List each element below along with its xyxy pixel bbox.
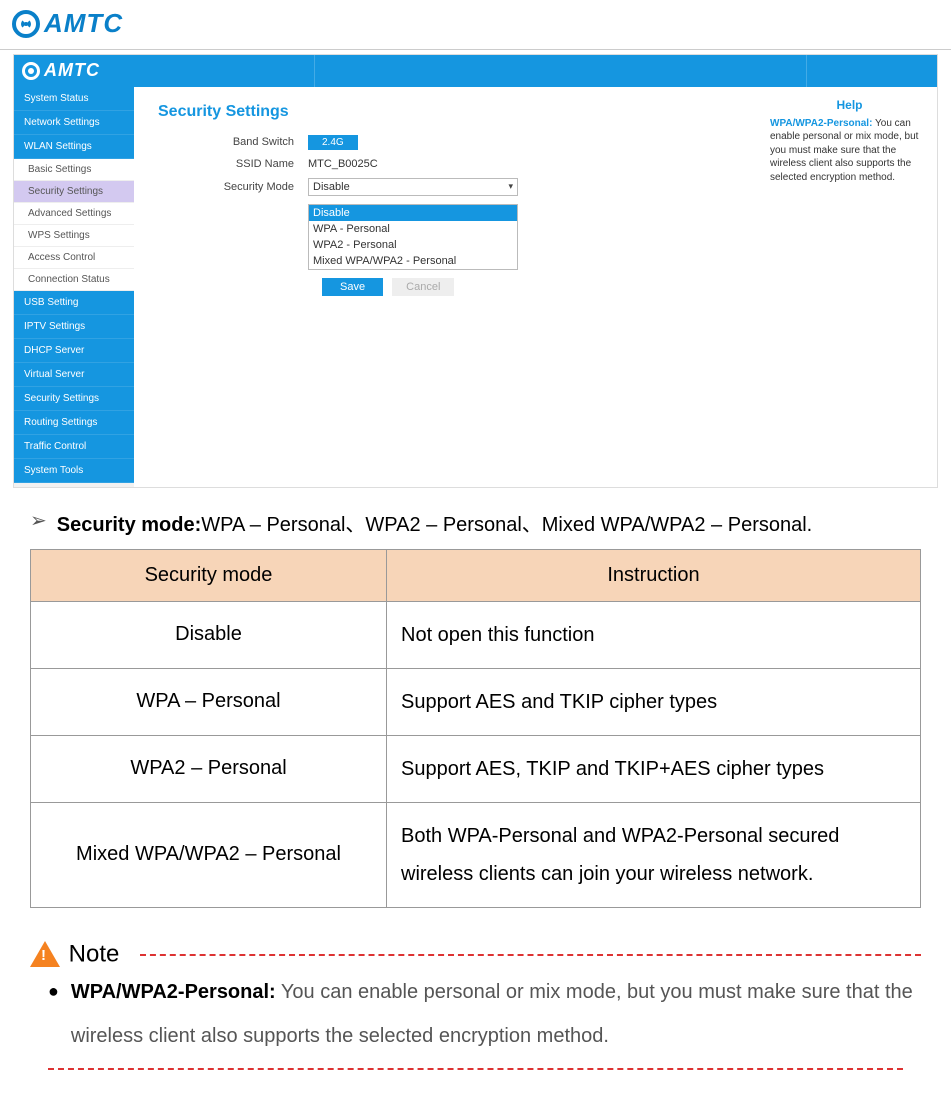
table-cell: Both WPA-Personal and WPA2-Personal secu… xyxy=(387,802,921,907)
security-mode-dropdown[interactable]: Disable WPA - Personal WPA2 - Personal M… xyxy=(308,204,518,270)
table-cell: WPA2 – Personal xyxy=(31,735,387,802)
sidebar-item[interactable]: Routing Settings xyxy=(14,411,134,435)
note-label: Note xyxy=(69,940,120,967)
table-header: Instruction xyxy=(387,549,921,601)
router-header-right xyxy=(807,55,937,87)
sidebar-subitem[interactable]: Connection Status xyxy=(14,269,134,291)
sidebar-item[interactable]: System Tools xyxy=(14,459,134,483)
help-panel: Help WPA/WPA2-Personal: You can enable p… xyxy=(762,87,937,487)
router-header: AMTC xyxy=(14,55,937,87)
help-title: Help xyxy=(770,97,929,113)
dropdown-option[interactable]: WPA - Personal xyxy=(309,221,517,237)
sidebar-subitem[interactable]: Basic Settings xyxy=(14,159,134,181)
amtc-logo-text: AMTC xyxy=(44,8,123,39)
amtc-logo: AMTC xyxy=(12,8,123,39)
router-ui: AMTC System Status Network Settings WLAN… xyxy=(13,54,938,488)
amtc-logo-icon xyxy=(22,62,40,80)
table-cell: WPA – Personal xyxy=(31,668,387,735)
sidebar-item[interactable]: Network Settings xyxy=(14,111,134,135)
band-label: Band Switch xyxy=(158,136,308,148)
dropdown-option[interactable]: Disable xyxy=(309,205,517,221)
dashed-line xyxy=(140,954,921,956)
warning-icon xyxy=(30,941,60,967)
router-header-logo: AMTC xyxy=(14,55,314,87)
sidebar-item[interactable]: DHCP Server xyxy=(14,339,134,363)
sidebar-subitem[interactable]: Advanced Settings xyxy=(14,203,134,225)
band-switch-button[interactable]: 2.4G xyxy=(308,135,358,150)
sidebar-subitem-active[interactable]: Security Settings xyxy=(14,181,134,203)
table-cell: Disable xyxy=(31,601,387,668)
page-header: AMTC xyxy=(0,0,951,50)
sidebar-item[interactable]: WLAN Settings xyxy=(14,135,134,159)
security-mode-table: Security mode Instruction Disable Not op… xyxy=(30,549,921,908)
table-cell: Not open this function xyxy=(387,601,921,668)
sidebar-item[interactable]: USB Setting xyxy=(14,291,134,315)
note-item: ● WPA/WPA2-Personal: You can enable pers… xyxy=(48,970,921,1058)
security-mode-selected: Disable xyxy=(313,181,350,193)
sidebar: System Status Network Settings WLAN Sett… xyxy=(14,87,134,487)
table-row: Disable Not open this function xyxy=(31,601,921,668)
sidebar-item[interactable]: Traffic Control xyxy=(14,435,134,459)
table-cell: Support AES, TKIP and TKIP+AES cipher ty… xyxy=(387,735,921,802)
heading-rest: WPA – Personal、WPA2 – Personal、Mixed WPA… xyxy=(201,514,812,536)
table-row: WPA – Personal Support AES and TKIP ciph… xyxy=(31,668,921,735)
cancel-button[interactable]: Cancel xyxy=(392,278,454,296)
router-header-spacer xyxy=(314,55,807,87)
amtc-logo-icon xyxy=(12,10,40,38)
sidebar-item[interactable]: IPTV Settings xyxy=(14,315,134,339)
router-main: Security Settings Band Switch 2.4G SSID … xyxy=(134,87,762,487)
table-row: WPA2 – Personal Support AES, TKIP and TK… xyxy=(31,735,921,802)
table-cell: Mixed WPA/WPA2 – Personal xyxy=(31,802,387,907)
dashed-line xyxy=(48,1068,903,1070)
bullet-icon: ● xyxy=(48,970,59,1058)
arrow-icon: ➢ xyxy=(30,508,47,533)
ssid-value: MTC_B0025C xyxy=(308,158,378,170)
security-mode-select[interactable]: Disable xyxy=(308,178,518,196)
note-strong: WPA/WPA2-Personal: xyxy=(71,981,276,1003)
table-row: Mixed WPA/WPA2 – Personal Both WPA-Perso… xyxy=(31,802,921,907)
document-body: ➢ Security mode:WPA – Personal、WPA2 – Pe… xyxy=(0,508,951,1071)
page-title: Security Settings xyxy=(158,103,738,121)
help-strong: WPA/WPA2-Personal: xyxy=(770,118,872,129)
sidebar-subitem[interactable]: Access Control xyxy=(14,247,134,269)
help-body: WPA/WPA2-Personal: You can enable person… xyxy=(770,117,929,185)
dropdown-option[interactable]: WPA2 - Personal xyxy=(309,237,517,253)
table-cell: Support AES and TKIP cipher types xyxy=(387,668,921,735)
security-mode-label: Security Mode xyxy=(158,181,308,193)
ssid-label: SSID Name xyxy=(158,158,308,170)
sidebar-subitem[interactable]: WPS Settings xyxy=(14,225,134,247)
table-header: Security mode xyxy=(31,549,387,601)
note-heading: Note xyxy=(30,940,921,957)
sidebar-item[interactable]: Security Settings xyxy=(14,387,134,411)
sidebar-item[interactable]: System Status xyxy=(14,87,134,111)
dropdown-option[interactable]: Mixed WPA/WPA2 - Personal xyxy=(309,253,517,269)
save-button[interactable]: Save xyxy=(322,278,383,296)
security-mode-heading: ➢ Security mode:WPA – Personal、WPA2 – Pe… xyxy=(30,508,921,537)
sidebar-item[interactable]: Virtual Server xyxy=(14,363,134,387)
heading-label: Security mode: xyxy=(57,514,201,536)
amtc-logo-text: AMTC xyxy=(44,60,100,81)
